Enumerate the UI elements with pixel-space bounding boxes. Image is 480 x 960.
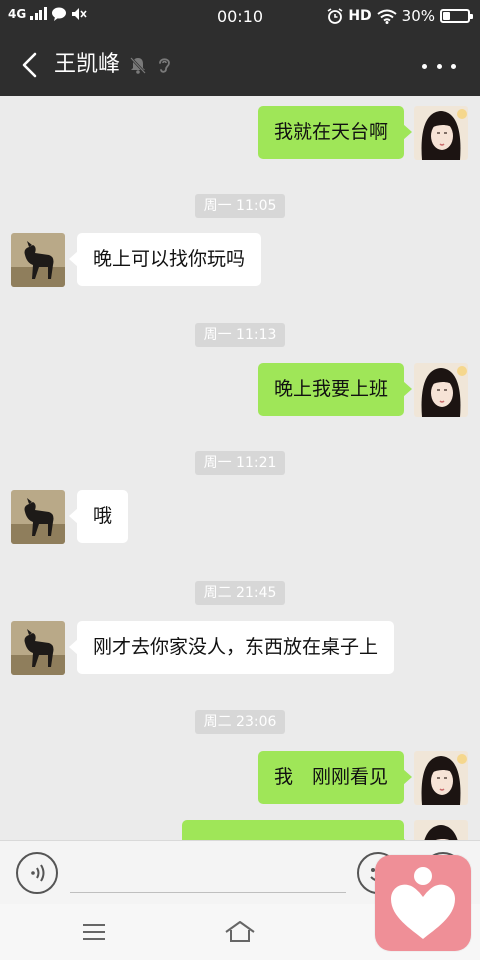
earpiece-icon <box>159 58 170 73</box>
wifi-icon <box>377 9 397 24</box>
outgoing-bubble[interactable]: 我就在天台啊 <box>257 106 413 159</box>
message-row: 晚上可以找你玩吗 <box>0 233 480 287</box>
more-dots-icon <box>436 63 442 69</box>
timestamp: 周一 11:05 <box>194 194 286 218</box>
my-avatar[interactable] <box>414 820 468 840</box>
incoming-bubble[interactable]: 哦 <box>68 490 129 543</box>
more-options-button[interactable] <box>422 54 456 78</box>
contact-avatar[interactable] <box>11 621 65 675</box>
message-row: 我 刚刚看见 <box>0 751 480 805</box>
message-row: 刚才去你家没人，东西放在桌子上 <box>0 621 480 675</box>
my-avatar[interactable] <box>414 363 468 417</box>
message-text-input[interactable] <box>70 851 346 893</box>
message-row: 我就在天台啊 <box>0 106 480 160</box>
timestamp-divider: 周二 21:45 <box>0 581 480 605</box>
chat-header: 王凯峰 <box>0 34 480 96</box>
more-dots-icon <box>451 63 456 69</box>
battery-icon <box>440 9 473 23</box>
battery-fill <box>443 12 450 20</box>
voice-icon <box>31 864 45 882</box>
voice-input-button[interactable] <box>16 852 58 894</box>
heart-person-icon <box>391 867 455 939</box>
more-dots-icon <box>422 63 427 69</box>
incoming-bubble[interactable]: 晚上可以找你玩吗 <box>68 233 262 286</box>
message-row <box>0 820 480 840</box>
back-arrow-icon <box>22 52 37 78</box>
contact-name[interactable]: 王凯峰 <box>54 48 120 82</box>
timestamp: 周二 21:45 <box>194 581 286 605</box>
my-avatar[interactable] <box>414 106 468 160</box>
timestamp-divider: 周一 11:21 <box>0 451 480 475</box>
alarm-icon <box>327 8 343 24</box>
timestamp: 周一 11:13 <box>194 323 286 347</box>
home-icon[interactable] <box>220 916 260 948</box>
hd-label: HD <box>348 8 372 24</box>
menu-icon[interactable] <box>76 918 112 946</box>
outgoing-bubble[interactable]: 我 刚刚看见 <box>257 751 413 804</box>
timestamp: 周二 23:06 <box>194 710 286 734</box>
status-right: HD 30% <box>327 7 473 25</box>
my-avatar[interactable] <box>414 751 468 805</box>
battery-percent: 30% <box>401 7 435 25</box>
message-row: 晚上我要上班 <box>0 363 480 417</box>
status-bar: 4G 00:10 HD 30% <box>0 0 480 34</box>
timestamp: 周一 11:21 <box>194 451 286 475</box>
incoming-bubble[interactable]: 刚才去你家没人，东西放在桌子上 <box>68 621 395 674</box>
floating-app-badge[interactable] <box>375 855 471 951</box>
chat-message-list[interactable]: 我就在天台啊 周一 11:05 晚上可以找你玩吗 周一 11:13 晚上我要上班… <box>0 96 480 840</box>
timestamp-divider: 周一 11:05 <box>0 194 480 218</box>
contact-avatar[interactable] <box>11 233 65 287</box>
message-row: 哦 <box>0 490 480 544</box>
timestamp-divider: 周二 23:06 <box>0 710 480 734</box>
contact-avatar[interactable] <box>11 490 65 544</box>
outgoing-bubble[interactable]: 晚上我要上班 <box>257 363 413 416</box>
timestamp-divider: 周一 11:13 <box>0 323 480 347</box>
mute-bell-icon <box>130 57 146 74</box>
back-button[interactable] <box>12 48 46 82</box>
outgoing-bubble-partial[interactable] <box>182 820 412 840</box>
